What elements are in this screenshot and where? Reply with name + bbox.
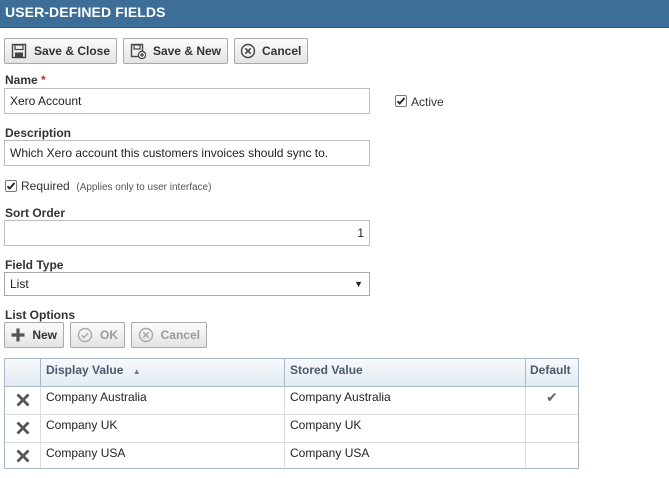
checkmark-icon — [396, 97, 406, 105]
delete-cell — [5, 415, 41, 442]
name-label: Name * — [5, 73, 46, 87]
circle-x-icon — [137, 326, 155, 344]
field-type-value: List — [10, 277, 29, 291]
x-icon[interactable] — [15, 420, 31, 436]
ok-option-button[interactable]: OK — [70, 322, 125, 348]
plus-icon — [10, 326, 26, 344]
circle-check-icon — [76, 326, 94, 344]
checkmark-icon — [6, 182, 16, 190]
save-close-label: Save & Close — [33, 44, 110, 58]
field-type-label: Field Type — [5, 258, 64, 272]
save-new-button[interactable]: Save & New — [123, 38, 228, 64]
field-type-select[interactable]: List ▼ — [4, 272, 370, 296]
delete-cell — [5, 387, 41, 414]
stored-value-cell: Company USA — [285, 443, 526, 470]
list-options-grid: Display Value ▲ Stored Value Default Com… — [4, 358, 579, 471]
column-header-stored-value[interactable]: Stored Value — [285, 359, 526, 387]
stored-value-cell: Company UK — [285, 415, 526, 442]
stored-value-cell: Company Australia — [285, 387, 526, 414]
table-row[interactable]: Company Australia Company Australia ✔ — [5, 387, 578, 415]
save-new-label: Save & New — [152, 44, 221, 58]
active-checkbox[interactable] — [395, 95, 407, 107]
default-cell[interactable] — [526, 443, 578, 470]
save-close-button[interactable]: Save & Close — [4, 38, 117, 64]
page-title: USER-DEFINED FIELDS — [5, 4, 166, 20]
display-value-cell: Company USA — [41, 443, 285, 470]
x-icon[interactable] — [15, 448, 31, 464]
default-checkmark-icon[interactable]: ✔ — [526, 387, 578, 414]
delete-cell — [5, 443, 41, 470]
column-header-default[interactable]: Default — [526, 359, 578, 387]
required-label: Required (Applies only to user interface… — [21, 179, 212, 193]
circle-x-icon — [240, 42, 256, 60]
display-value-cell: Company UK — [41, 415, 285, 442]
grid-header: Display Value ▲ Stored Value Default — [5, 359, 578, 387]
ok-option-label: OK — [100, 328, 118, 342]
name-field[interactable]: Xero Account — [4, 88, 370, 114]
sort-order-field[interactable]: 1 — [4, 220, 370, 246]
title-bar: USER-DEFINED FIELDS — [0, 0, 669, 28]
sort-order-label: Sort Order — [5, 206, 66, 220]
cancel-option-button[interactable]: Cancel — [131, 322, 207, 348]
list-options-label: List Options — [5, 308, 75, 322]
description-field[interactable]: Which Xero account this customers invoic… — [4, 140, 370, 166]
floppy-disk-icon — [10, 42, 28, 60]
required-marker: * — [41, 73, 46, 87]
required-checkbox[interactable] — [5, 180, 17, 192]
required-note: (Applies only to user interface) — [76, 182, 212, 193]
new-option-button[interactable]: New — [4, 322, 64, 348]
column-header-display-value[interactable]: Display Value ▲ — [41, 359, 285, 387]
table-row[interactable]: Company USA Company USA — [5, 443, 578, 471]
display-value-cell: Company Australia — [41, 387, 285, 414]
cancel-option-label: Cancel — [160, 328, 200, 342]
description-label: Description — [5, 126, 72, 140]
table-row[interactable]: Company UK Company UK — [5, 415, 578, 443]
dropdown-arrow-icon: ▼ — [354, 279, 363, 289]
floppy-disk-plus-icon — [129, 42, 147, 60]
cancel-label: Cancel — [262, 44, 302, 58]
sort-ascending-icon: ▲ — [132, 367, 141, 376]
cancel-button[interactable]: Cancel — [234, 38, 308, 64]
default-cell[interactable] — [526, 415, 578, 442]
x-icon[interactable] — [15, 392, 31, 408]
active-label: Active — [411, 95, 444, 109]
new-option-label: New — [32, 328, 57, 342]
grid-header-delete-column — [5, 359, 41, 387]
